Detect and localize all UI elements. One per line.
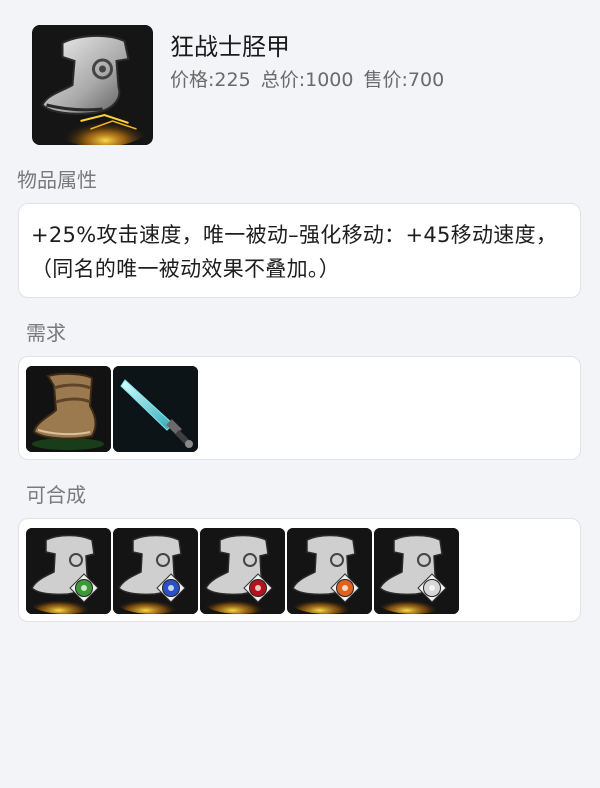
attributes-title: 物品属性	[17, 168, 97, 192]
price-value: 价格:225	[170, 69, 251, 91]
berserker-greaves-icon	[32, 25, 153, 145]
total-price-value: 总价:1000	[260, 69, 354, 91]
requires-list	[26, 366, 198, 452]
greaves-green-enchant-icon[interactable]	[26, 528, 111, 614]
attributes-text: +25%攻击速度，唯一被动–强化移动：+45移动速度，（同名的唯一被动效果不叠加…	[31, 223, 558, 281]
builds-into-list	[26, 528, 459, 614]
item-prices: 价格:225 总价:1000 售价:700	[170, 67, 448, 93]
builds-into-title: 可合成	[26, 483, 86, 507]
requires-title: 需求	[26, 321, 66, 345]
dagger-icon[interactable]	[113, 366, 198, 452]
sell-price-value: 售价:700	[363, 69, 445, 91]
item-header: 狂战士胫甲 价格:225 总价:1000 售价:700	[32, 25, 572, 145]
greaves-red-enchant-icon[interactable]	[200, 528, 285, 614]
requires-card	[18, 356, 581, 460]
attributes-card: +25%攻击速度，唯一被动–强化移动：+45移动速度，（同名的唯一被动效果不叠加…	[18, 203, 581, 298]
item-name: 狂战士胫甲	[170, 33, 290, 61]
greaves-blue-enchant-icon[interactable]	[113, 528, 198, 614]
builds-into-card	[18, 518, 581, 622]
item-detail-page: 狂战士胫甲 价格:225 总价:1000 售价:700 物品属性 +25%攻击速…	[0, 0, 600, 788]
boots-icon[interactable]	[26, 366, 111, 452]
greaves-orange-enchant-icon[interactable]	[287, 528, 372, 614]
greaves-silver-enchant-icon[interactable]	[374, 528, 459, 614]
